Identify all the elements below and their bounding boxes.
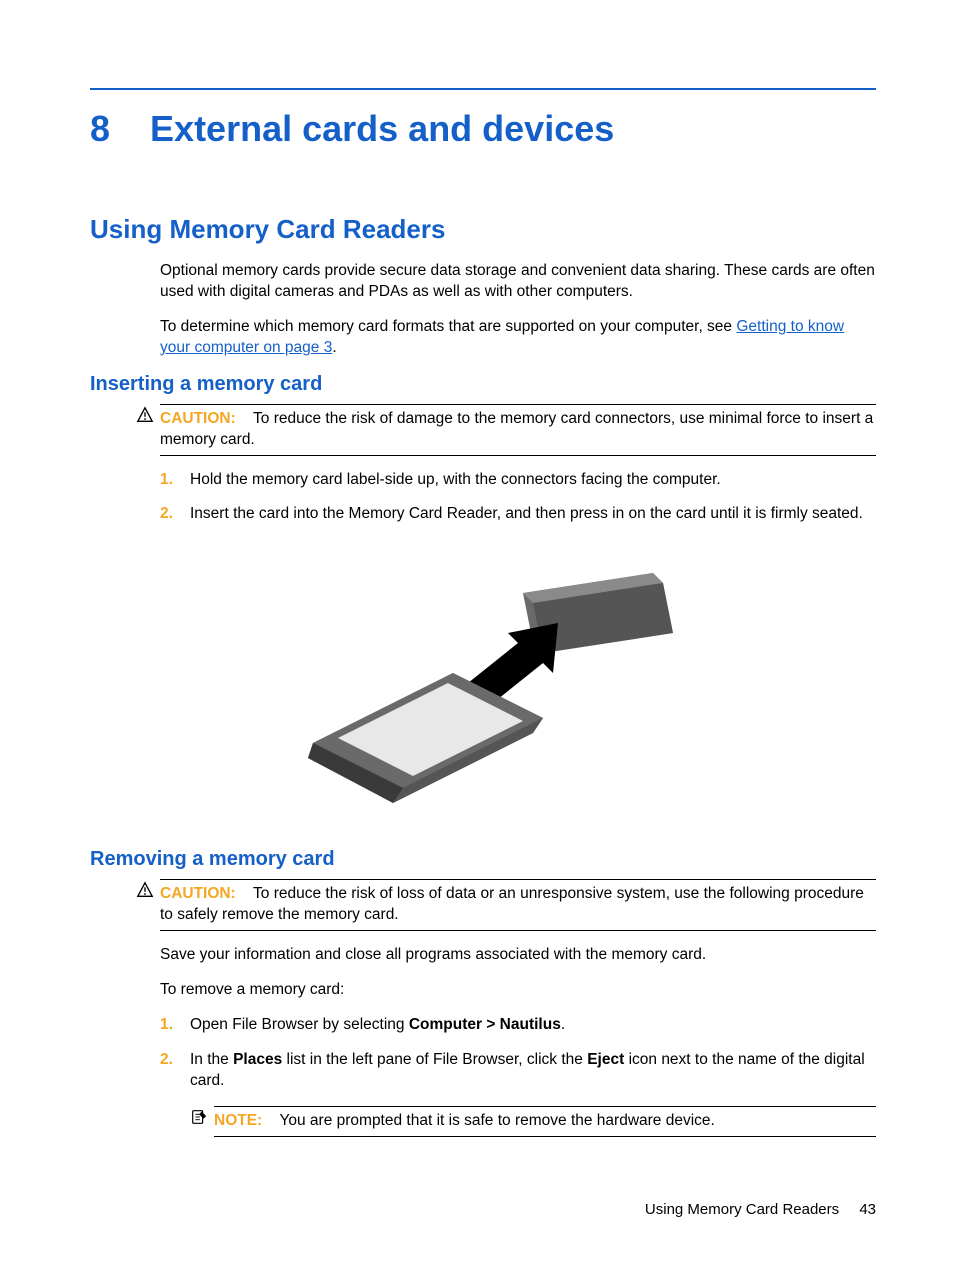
remove-steps: 1. Open File Browser by selecting Comput…: [160, 1015, 876, 1092]
intro-paragraph-1: Optional memory cards provide secure dat…: [160, 261, 876, 303]
section-heading-using-memory-card-readers: Using Memory Card Readers: [90, 214, 876, 245]
caution-block-insert: CAUTION: To reduce the risk of damage to…: [136, 404, 876, 456]
note-label: NOTE:: [214, 1112, 262, 1129]
step-text: Insert the card into the Memory Card Rea…: [190, 504, 876, 525]
remove-para1: Save your information and close all prog…: [160, 945, 876, 966]
step-number: 1.: [160, 1015, 190, 1036]
step-text: Hold the memory card label-side up, with…: [190, 470, 876, 491]
subheading-removing: Removing a memory card: [90, 848, 876, 871]
caution-label: CAUTION:: [160, 885, 236, 902]
step-number: 2.: [160, 1050, 190, 1092]
intro-para2-pre: To determine which memory card formats t…: [160, 318, 736, 335]
step-number: 2.: [160, 504, 190, 525]
step-number: 1.: [160, 470, 190, 491]
subheading-inserting: Inserting a memory card: [90, 373, 876, 396]
chapter-heading: 8 External cards and devices: [90, 108, 876, 150]
top-rule: [90, 88, 876, 90]
caution-icon: [136, 406, 154, 424]
footer-section: Using Memory Card Readers: [645, 1201, 839, 1218]
memory-card-illustration: [90, 543, 876, 818]
chapter-number: 8: [90, 108, 110, 150]
list-item: 2. In the Places list in the left pane o…: [160, 1050, 876, 1092]
caution-block-remove: CAUTION: To reduce the risk of loss of d…: [136, 879, 876, 931]
caution-label: CAUTION:: [160, 410, 236, 427]
step-text: Open File Browser by selecting Computer …: [190, 1015, 876, 1036]
note-text: You are prompted that it is safe to remo…: [279, 1112, 714, 1129]
list-item: 1. Hold the memory card label-side up, w…: [160, 470, 876, 491]
page-footer: Using Memory Card Readers 43: [645, 1201, 876, 1218]
intro-para2-post: .: [332, 339, 336, 356]
caution-icon: [136, 881, 154, 899]
remove-para2: To remove a memory card:: [160, 980, 876, 1001]
caution-text-remove: To reduce the risk of loss of data or an…: [160, 885, 864, 923]
note-block: NOTE: You are prompted that it is safe t…: [190, 1106, 876, 1137]
insert-steps: 1. Hold the memory card label-side up, w…: [160, 470, 876, 526]
list-item: 1. Open File Browser by selecting Comput…: [160, 1015, 876, 1036]
note-icon: [190, 1108, 208, 1126]
footer-page-number: 43: [859, 1201, 876, 1218]
chapter-title: External cards and devices: [150, 108, 614, 150]
step-text: In the Places list in the left pane of F…: [190, 1050, 876, 1092]
intro-paragraph-2: To determine which memory card formats t…: [160, 317, 876, 359]
caution-text-insert: To reduce the risk of damage to the memo…: [160, 410, 873, 448]
list-item: 2. Insert the card into the Memory Card …: [160, 504, 876, 525]
